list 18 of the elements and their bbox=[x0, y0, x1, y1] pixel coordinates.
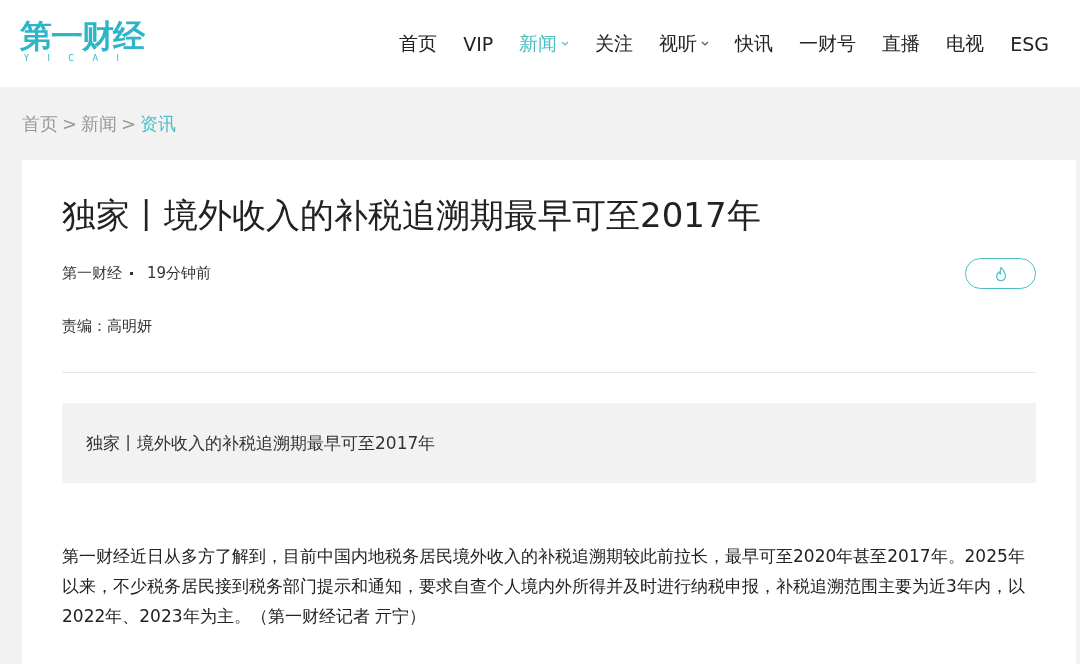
breadcrumb-separator: > bbox=[121, 113, 137, 134]
article-title: 独家丨境外收入的补税追溯期最早可至2017年 bbox=[62, 194, 762, 237]
nav-link[interactable]: 视听 bbox=[648, 30, 721, 57]
breadcrumb-separator: > bbox=[62, 113, 78, 134]
summary-text: 独家丨境外收入的补税追溯期最早可至2017年 bbox=[86, 431, 436, 455]
article-paragraph: 第一财经近日从多方了解到，目前中国内地税务居民境外收入的补税追溯期较此前拉长，最早可至2020年甚至2017年。2025年以来，不少税务居民接到税务部门提示和通知，要求自查个人境内外所得并及时进行纳税申报，补税追溯范围主要为近3年内，以2022年、2023年为主。（第一财经记者 亓宁） bbox=[62, 545, 1026, 628]
nav-link[interactable]: 关注 bbox=[584, 30, 645, 57]
nav-link[interactable]: 直播 bbox=[871, 30, 932, 57]
editor-credit: 责编：高明妍 bbox=[62, 317, 153, 336]
logo-subtext: Y I C A I bbox=[23, 53, 127, 64]
nav-link[interactable]: 电视 bbox=[935, 30, 996, 57]
nav-link[interactable]: VIP bbox=[452, 30, 505, 57]
article-source: 第一财经 bbox=[62, 264, 122, 283]
nav-link[interactable]: 一财号 bbox=[788, 30, 868, 57]
nav-link[interactable]: ESG bbox=[999, 30, 1060, 57]
nav-link[interactable]: 快讯 bbox=[724, 30, 785, 57]
publish-time: 19分钟前 bbox=[147, 264, 212, 283]
nav-link[interactable]: 首页 bbox=[388, 30, 449, 57]
